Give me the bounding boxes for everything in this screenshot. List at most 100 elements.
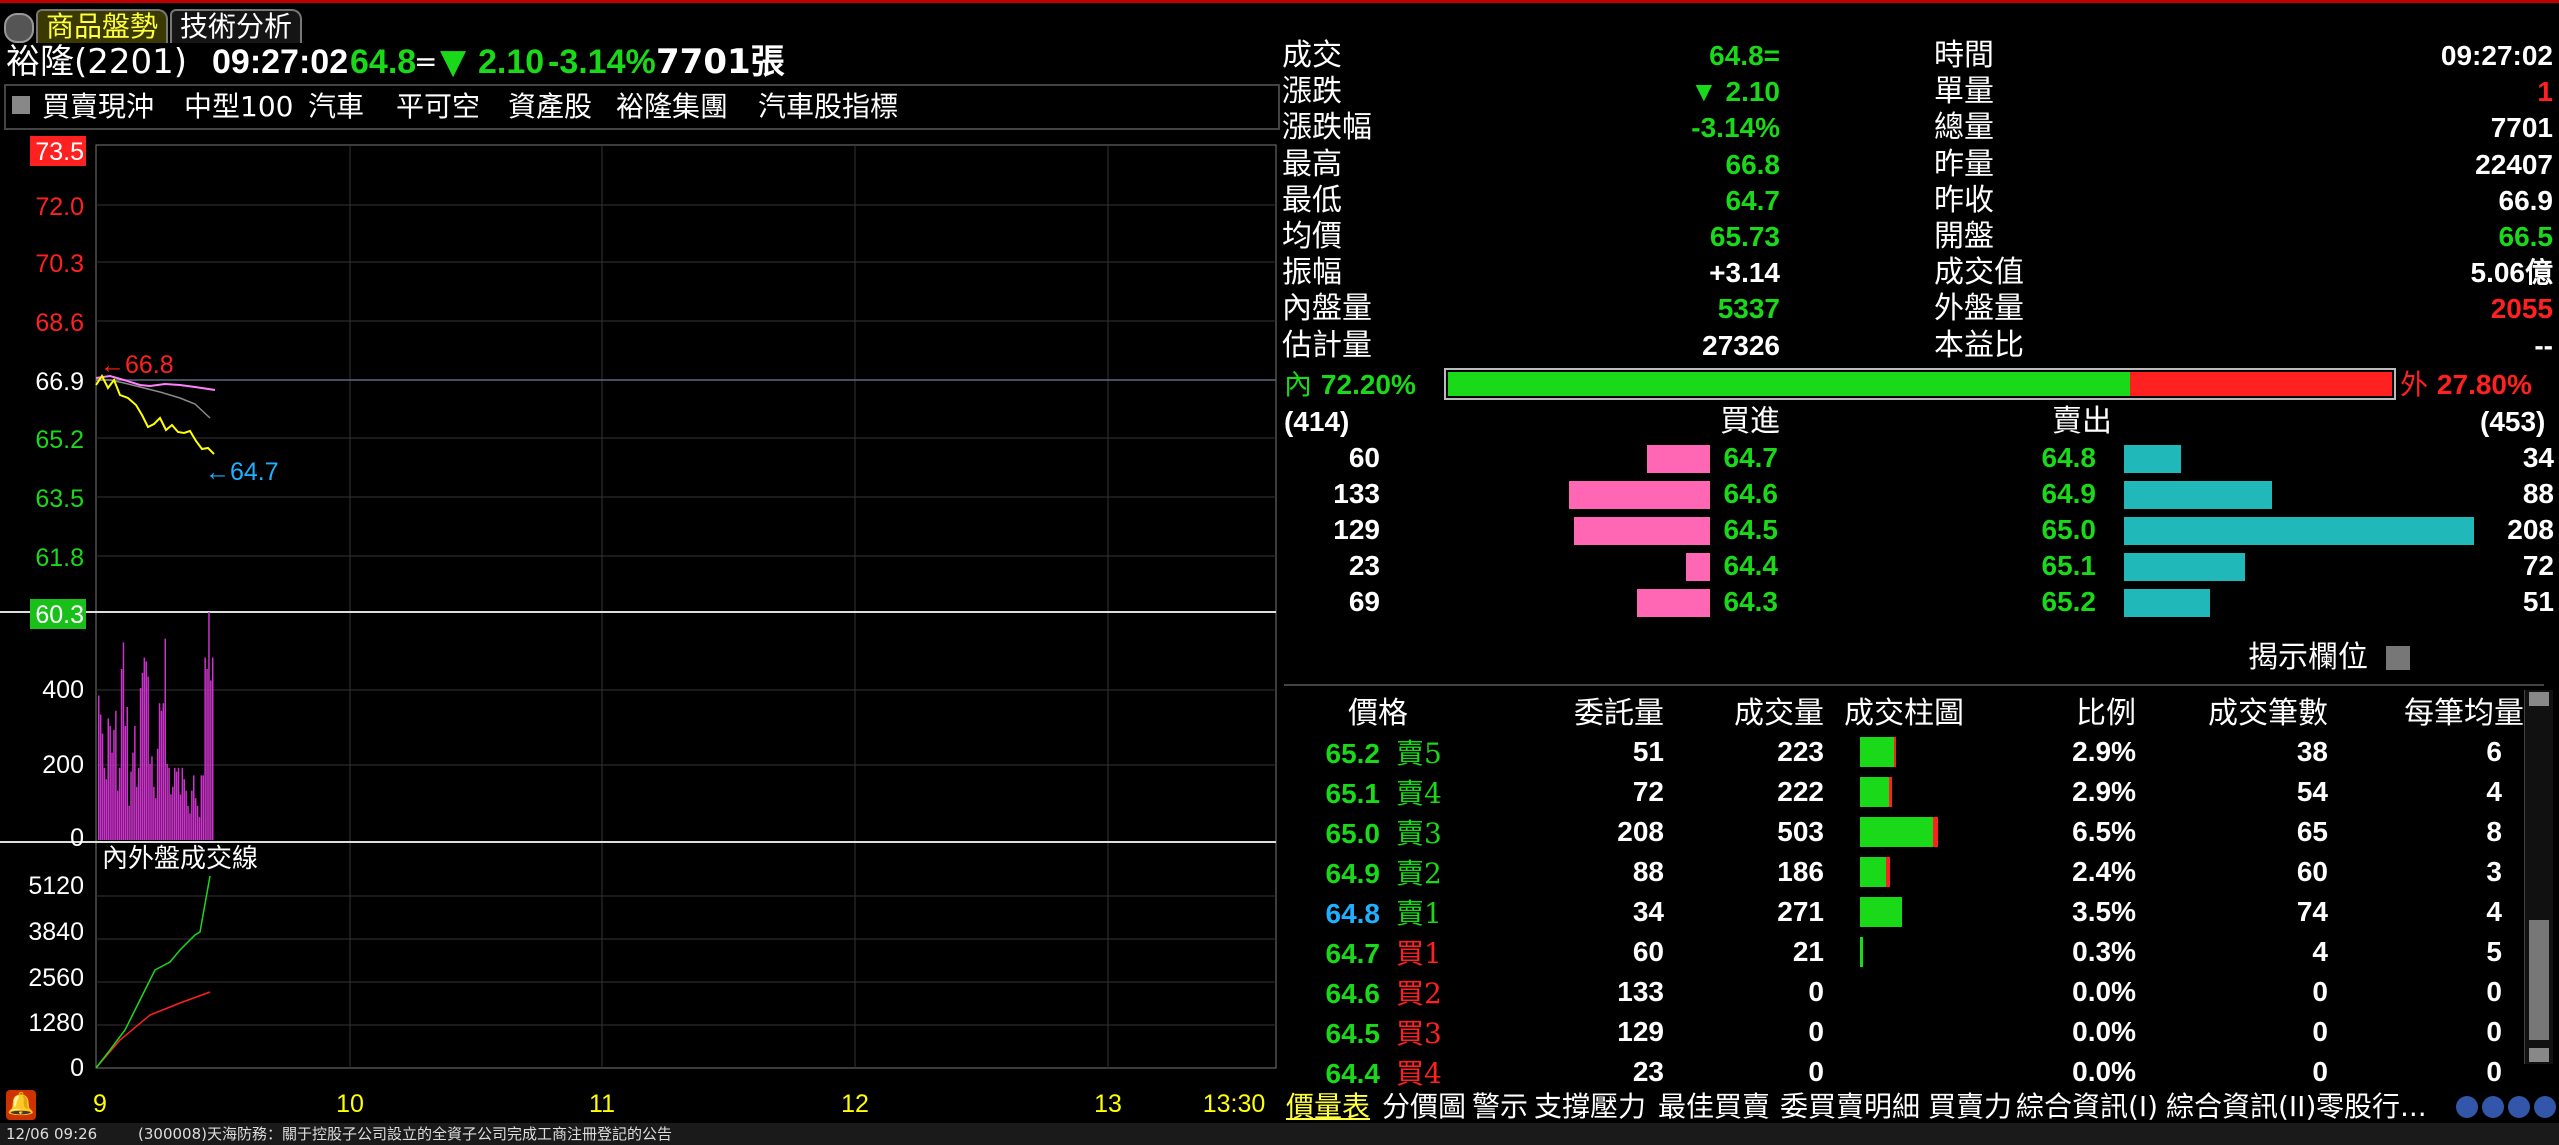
volume-bar [113,729,115,840]
category-item[interactable]: 資產股 [508,90,592,124]
bottom-tab[interactable]: 價量表 [1286,1090,1370,1124]
category-item[interactable]: 裕隆集團 [616,90,728,124]
price-label: 61.8 [35,544,84,572]
price-cell: 65.1 賣4 [1325,777,1442,810]
table-header[interactable]: 比例 [2008,688,2136,732]
bottom-tab[interactable]: 綜合資訊(II) [2166,1090,2316,1124]
table-row[interactable]: 65.2 賣5 51 223 2.9% 38 6 [1284,732,2524,772]
bid-qty: 23 [1348,550,1380,581]
category-item[interactable]: 買賣現沖 [42,90,154,124]
reveal-fields-label: 揭示欄位 [2248,640,2368,675]
ask-bar [2124,553,2245,581]
bottom-tab[interactable]: 買賣力 [1928,1090,2012,1124]
bell-icon[interactable]: 🔔 [6,1090,36,1120]
bid-price: 64.6 [1723,478,1779,509]
inout-label: 3840 [28,918,84,946]
status-news[interactable]: (300008)天海防務：關于控股子公司設立的全資子公司完成工商注冊登記的公告 [102,1125,672,1143]
table-header[interactable]: 成交筆數 [2136,688,2328,732]
info-label: 時間 [1934,38,1994,73]
info-value: 2055 [2490,293,2553,325]
num-cell: 54 [2296,776,2328,807]
menu-dropdown-icon[interactable] [4,13,34,43]
volume-bar-cell [1824,772,2008,812]
time-label: 13 [1094,1090,1122,1118]
volume-bar [117,790,119,840]
price-label: 68.6 [35,309,84,337]
category-item[interactable]: 平可空 [396,90,480,124]
num-cell: 0 [1808,976,1824,1007]
ask-price: 65.1 [2041,550,2097,581]
info-label: 均價 [1282,219,1342,254]
category-item[interactable]: 中型100 [184,90,293,124]
bottom-tab[interactable]: 分價圖 [1382,1090,1466,1124]
bottom-tab[interactable]: 最佳買賣 [1658,1090,1770,1124]
volume-bar [98,695,100,840]
table-row[interactable]: 65.0 賣3 208 503 6.5% 65 8 [1284,812,2524,852]
table-row[interactable]: 64.7 買1 60 21 0.3% 4 5 [1284,932,2524,972]
tab-quote[interactable]: 商品盤勢 [36,9,169,43]
num-cell: 0.0% [2072,976,2136,1007]
info-label: 估計量 [1282,327,1372,363]
volume-bar [194,798,197,840]
inout-ratio-bar [1444,368,2396,400]
price-label: 70.3 [35,250,84,278]
table-header[interactable]: 委託量 [1538,688,1664,732]
table-header[interactable]: 成交量 [1664,688,1824,732]
ask-bar [2124,481,2272,509]
table-row[interactable]: 64.8 賣1 34 271 3.5% 74 4 [1284,892,2524,932]
bottom-tab[interactable]: 委買賣明細 [1780,1090,1920,1124]
num-cell: 38 [2296,736,2328,767]
price-volume-table[interactable]: 價格 委託量 成交量 成交柱圖 比例 成交筆數 每筆均量 65.2 賣5 51 223 2.9% 38… [1284,688,2525,1092]
category-item[interactable]: 汽車 [308,90,364,124]
volume-bar [191,790,193,840]
category-collapse-icon[interactable] [12,96,30,114]
num-cell: 72 [1632,776,1664,807]
info-value: ▼ 2.10 [1690,76,1780,108]
volume-bar [153,786,155,840]
volume-bar-cell [1824,932,2008,972]
bottom-tab[interactable]: 支撐壓力 [1534,1090,1646,1124]
info-value: 22407 [2475,148,2553,180]
table-row[interactable]: 64.9 賣2 88 186 2.4% 60 3 [1284,852,2524,892]
chart-gridlines [0,144,1277,1069]
bottom-tab[interactable]: 零股行... [2316,1090,2427,1124]
reveal-fields-dropdown-icon[interactable] [2386,646,2410,670]
volume-bar [137,767,140,840]
scroll-end-icon[interactable] [2534,1096,2556,1118]
ask-price: 64.9 [2041,478,2097,509]
table-header[interactable]: 每筆均量 [2328,688,2524,732]
num-cell: 74 [2296,896,2328,927]
status-bar: 12/06 09:26 (300008)天海防務：關于控股子公司設立的全資子公司… [0,1123,2559,1145]
header-price: 64.8 [350,43,417,81]
info-label: 成交 [1282,38,1342,73]
time-axis: 9 10 11 12 13 13:30 [93,1090,1265,1118]
price-label: 60.3 [35,601,84,629]
num-cell: 60 [2296,856,2328,887]
bottom-tab[interactable]: 綜合資訊(I) [2016,1090,2158,1124]
table-header[interactable]: 價格 [1284,688,1538,732]
info-value: -- [2534,329,2553,361]
price-label: 66.9 [35,368,84,396]
info-value: 09:27:02 [2440,40,2553,71]
table-row[interactable]: 65.1 賣4 72 222 2.9% 54 4 [1284,772,2524,812]
bottom-tab[interactable]: 警示 [1472,1090,1528,1124]
num-cell: 271 [1777,896,1824,927]
num-cell: 88 [1632,856,1664,887]
volume-label: 200 [42,751,84,779]
info-value: 5.06億 [2470,257,2554,289]
volume-bar [204,657,206,840]
table-row[interactable]: 64.6 買2 133 0 0.0% 0 0 [1284,972,2524,1012]
volume-bar [193,775,195,840]
category-item[interactable]: 汽車股指標 [758,90,898,124]
info-label: 漲跌 [1282,74,1342,110]
intraday-chart[interactable]: 73.5 72.0 70.3 68.6 66.9 65.2 63.5 61.8 60.3 400… [0,128,1280,1122]
scroll-left-icon[interactable] [2456,1096,2478,1118]
table-header[interactable]: 成交柱圖 [1824,688,2008,732]
scroll-down-tab-icon[interactable] [2508,1096,2530,1118]
scroll-right-icon[interactable] [2482,1096,2504,1118]
info-label: 外盤量 [1934,291,2024,327]
num-cell: 5 [2486,936,2502,967]
table-scrollbar[interactable] [2524,690,2553,1064]
table-row[interactable]: 64.5 買3 129 0 0.0% 0 0 [1284,1012,2524,1052]
tab-technical[interactable]: 技術分析 [170,9,303,43]
